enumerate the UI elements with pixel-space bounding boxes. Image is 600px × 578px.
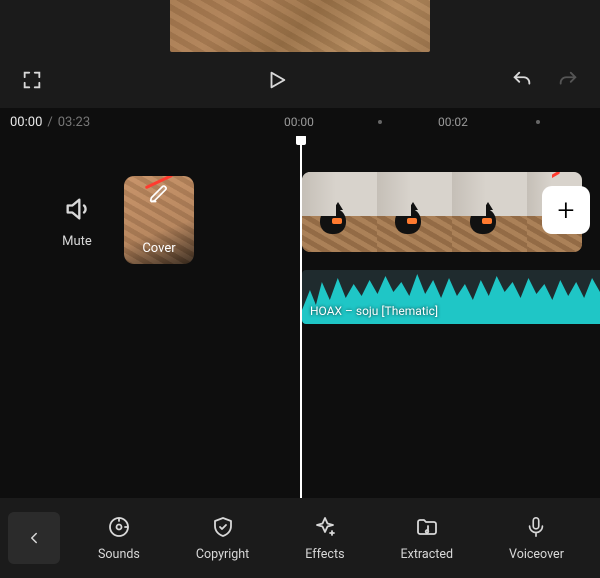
audio-clip-label: HOAX – soju [Thematic] (310, 304, 438, 318)
mute-button[interactable]: Mute (60, 192, 94, 249)
playback-controls-row (0, 52, 600, 108)
ruler-dot (536, 120, 540, 124)
fullscreen-icon (21, 69, 43, 91)
sounds-button[interactable]: Sounds (98, 514, 140, 562)
video-track[interactable] (302, 172, 582, 252)
music-disc-icon (107, 515, 131, 539)
folder-audio-icon (414, 515, 440, 539)
mute-label: Mute (62, 234, 92, 249)
voiceover-label: Voiceover (509, 547, 564, 562)
time-ruler: 00:00 / 03:23 00:00 00:02 (0, 108, 600, 136)
current-time: 00:00 (10, 115, 42, 130)
bottom-toolbar: Sounds Copyright Effects (0, 498, 600, 578)
copyright-button[interactable]: Copyright (196, 514, 249, 562)
fullscreen-button[interactable] (18, 66, 46, 94)
cover-button[interactable]: Cover (124, 176, 194, 264)
extracted-button[interactable]: Extracted (401, 514, 454, 562)
ruler-mark: 00:00 (284, 115, 314, 129)
effects-label: Effects (305, 547, 344, 562)
add-clip-button[interactable]: + (542, 186, 590, 234)
undo-icon (510, 69, 534, 91)
cover-label: Cover (124, 241, 194, 256)
pencil-icon (149, 184, 169, 204)
video-preview[interactable] (170, 0, 430, 52)
redo-button[interactable] (554, 66, 582, 94)
ruler-mark: 00:02 (438, 115, 468, 129)
redo-icon (556, 69, 580, 91)
undo-button[interactable] (508, 66, 536, 94)
back-button[interactable] (8, 512, 60, 564)
effects-button[interactable]: Effects (305, 514, 344, 562)
sounds-label: Sounds (98, 547, 140, 562)
video-preview-area (0, 0, 600, 52)
extracted-label: Extracted (401, 547, 454, 562)
playhead[interactable] (300, 136, 302, 498)
play-icon (266, 68, 288, 92)
play-button[interactable] (263, 66, 291, 94)
clip-frame[interactable] (452, 172, 527, 252)
ruler-dot (378, 120, 382, 124)
microphone-icon (525, 514, 547, 540)
time-separator: / (47, 115, 52, 130)
voiceover-button[interactable]: Voiceover (509, 514, 564, 562)
plus-icon: + (558, 193, 575, 228)
copyright-label: Copyright (196, 547, 249, 562)
audio-track[interactable]: HOAX – soju [Thematic] (302, 270, 600, 324)
chevron-left-icon (25, 529, 43, 547)
speaker-icon (63, 195, 91, 223)
clip-frame[interactable] (377, 172, 452, 252)
shield-check-icon (211, 515, 235, 539)
timeline[interactable]: Mute Cover + (0, 136, 600, 498)
star-sparkle-icon (313, 515, 337, 539)
total-time: 03:23 (58, 115, 90, 130)
clip-frame[interactable] (302, 172, 377, 252)
